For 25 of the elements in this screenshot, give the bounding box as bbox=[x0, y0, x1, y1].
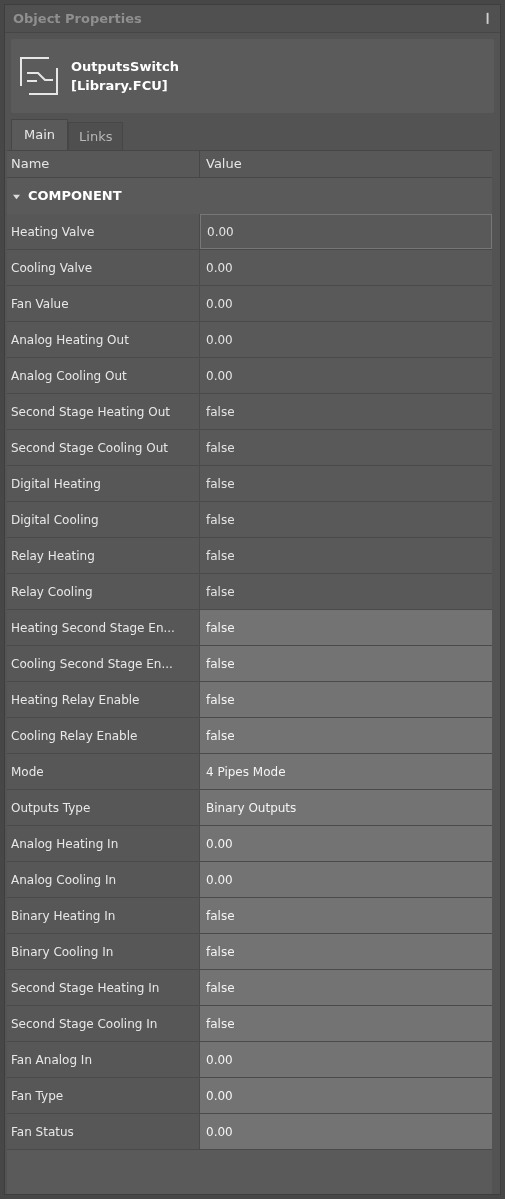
switch-block-icon bbox=[19, 56, 59, 96]
tab[interactable]: Links bbox=[68, 122, 124, 150]
property-value[interactable]: false bbox=[200, 898, 492, 933]
property-value[interactable]: 0.00 bbox=[200, 1078, 492, 1113]
property-value[interactable]: false bbox=[200, 682, 492, 717]
object-name: OutputsSwitch bbox=[71, 58, 180, 76]
property-value[interactable]: false bbox=[200, 1006, 492, 1041]
property-value[interactable]: Binary Outputs bbox=[200, 790, 492, 825]
tab[interactable]: Main bbox=[11, 119, 69, 150]
property-value[interactable]: false bbox=[200, 934, 492, 969]
property-value[interactable]: 0.00 bbox=[200, 826, 492, 861]
property-value[interactable]: false bbox=[200, 970, 492, 1005]
collapse-arrow-icon[interactable] bbox=[13, 192, 20, 200]
panel-title: Object Properties bbox=[13, 9, 142, 28]
property-value[interactable]: 0.00 bbox=[200, 862, 492, 897]
property-value[interactable]: 0.00 bbox=[200, 1114, 492, 1149]
group-label: COMPONENT bbox=[28, 187, 122, 206]
property-value[interactable]: 4 Pipes Mode bbox=[200, 754, 492, 789]
property-value[interactable]: 0.00 bbox=[200, 214, 492, 249]
property-value[interactable]: false bbox=[200, 610, 492, 645]
property-value[interactable]: false bbox=[200, 718, 492, 753]
pin-button[interactable]: ❙ bbox=[482, 10, 492, 27]
property-value[interactable]: 0.00 bbox=[200, 1042, 492, 1077]
object-library: [Library.FCU] bbox=[71, 77, 169, 95]
property-value[interactable]: false bbox=[200, 646, 492, 681]
